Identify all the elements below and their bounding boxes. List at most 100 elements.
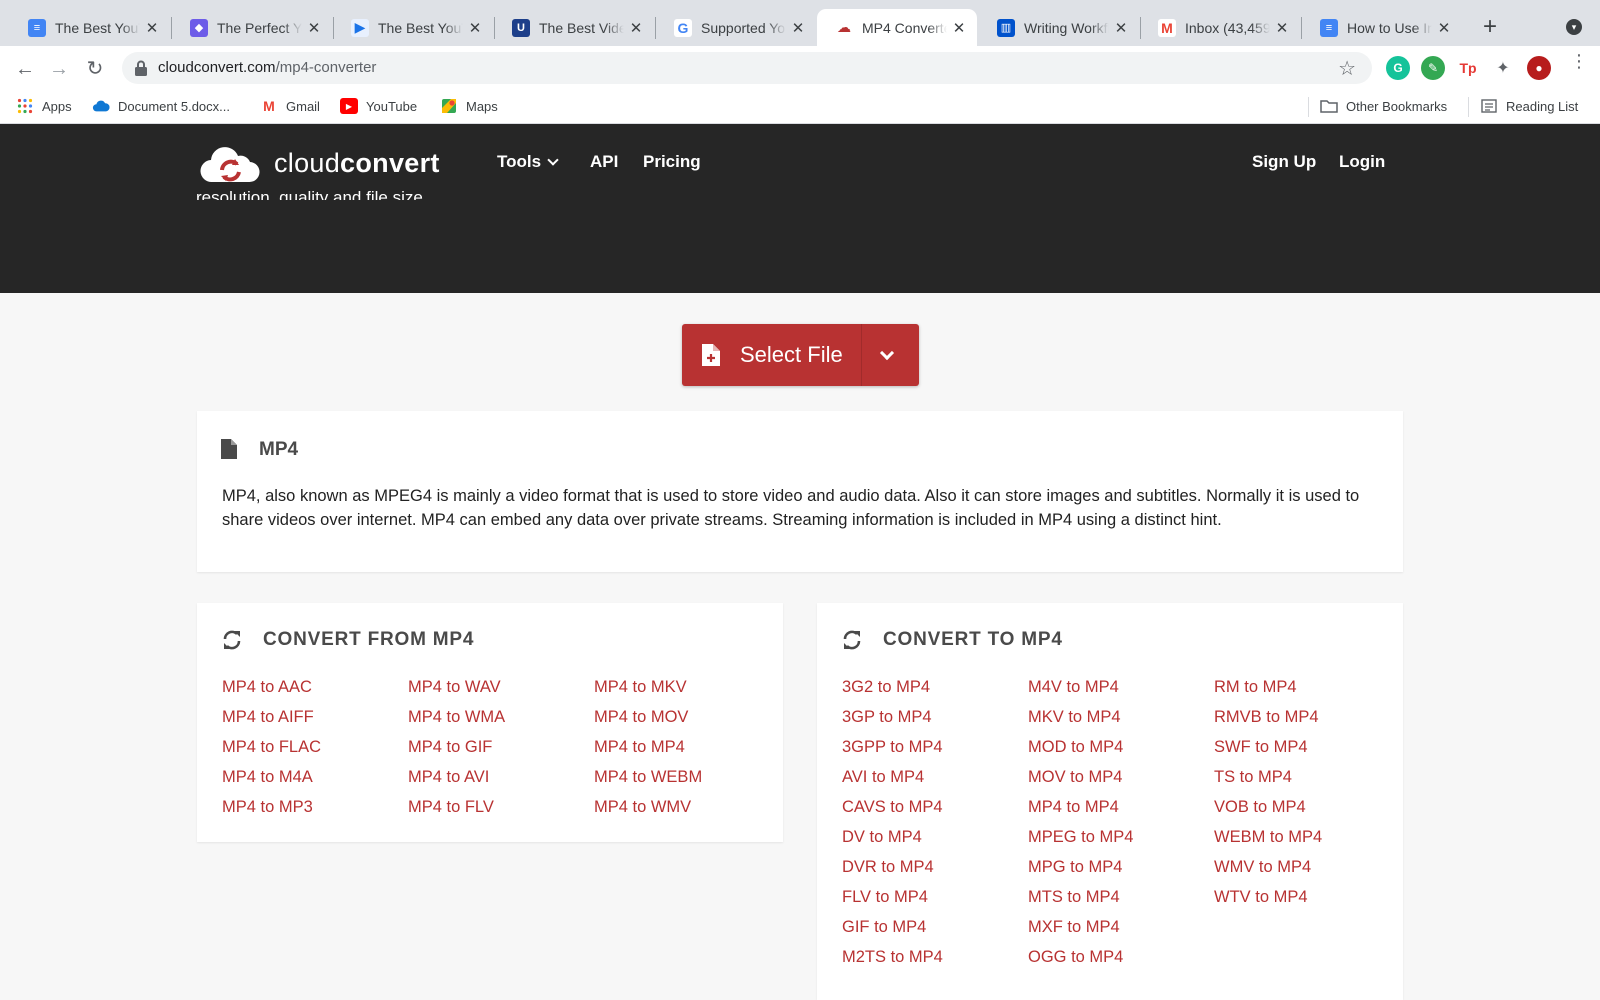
back-arrow-icon[interactable]: ← (12, 56, 38, 82)
conversion-link[interactable]: DV to MP4 (842, 827, 1028, 847)
address-bar[interactable]: cloudconvert.com/mp4-converter ☆ (122, 52, 1372, 84)
browser-tab[interactable]: G Supported YouTube✕ (656, 9, 816, 46)
profile-avatar[interactable]: ● (1527, 56, 1551, 80)
conversion-link[interactable]: 3GP to MP4 (842, 707, 1028, 727)
reload-icon[interactable]: ↻ (82, 56, 108, 82)
puzzle-extensions-icon[interactable]: ✦ (1491, 56, 1515, 80)
nav-api[interactable]: API (590, 152, 618, 172)
forward-arrow-icon[interactable]: → (46, 56, 72, 82)
conversion-link[interactable]: FLV to MP4 (842, 887, 1028, 907)
lock-icon (135, 60, 147, 76)
conversion-link[interactable]: MP4 to MOV (594, 707, 780, 727)
close-icon[interactable]: ✕ (1436, 19, 1452, 37)
conversion-link[interactable]: 3GPP to MP4 (842, 737, 1028, 757)
cloudconvert-logo[interactable]: cloudconvert (198, 142, 440, 184)
close-icon[interactable]: ✕ (790, 19, 806, 37)
conversion-link[interactable]: WMV to MP4 (1214, 857, 1400, 877)
chevron-down-icon[interactable] (879, 345, 895, 361)
tab-search-icon[interactable]: ▾ (1566, 19, 1582, 35)
conversion-link[interactable]: 3G2 to MP4 (842, 677, 1028, 697)
format-description: MP4, also known as MPEG4 is mainly a vid… (222, 487, 1360, 529)
conversion-link[interactable]: MP4 to WAV (408, 677, 594, 697)
file-icon (221, 439, 237, 459)
url-host: cloudconvert.com (158, 59, 276, 76)
conversion-link[interactable]: MP4 to AIFF (222, 707, 408, 727)
select-file-button[interactable]: Select File (682, 324, 919, 386)
browser-tab[interactable]: ◆ The Perfect YouTube✕ (172, 9, 332, 46)
file-plus-icon (702, 344, 720, 366)
reading-list[interactable]: Reading List (1480, 98, 1578, 114)
conversion-link[interactable]: MPEG to MP4 (1028, 827, 1214, 847)
conversion-link[interactable]: RM to MP4 (1214, 677, 1400, 697)
conversion-link[interactable]: M2TS to MP4 (842, 947, 1028, 967)
conversion-link[interactable]: GIF to MP4 (842, 917, 1028, 937)
conversion-link[interactable]: MP4 to MP3 (222, 797, 408, 817)
conversion-link[interactable]: MOV to MP4 (1028, 767, 1214, 787)
conversion-link[interactable]: MP4 to WEBM (594, 767, 780, 787)
conversion-link[interactable]: MXF to MP4 (1028, 917, 1214, 937)
close-icon[interactable]: ✕ (628, 19, 644, 37)
bookmark-star-icon[interactable]: ☆ (1338, 56, 1356, 81)
conversion-link[interactable]: RMVB to MP4 (1214, 707, 1400, 727)
bookmark-apps[interactable]: Apps (16, 98, 72, 114)
browser-tab[interactable]: ▥ Writing Workflow✕ (979, 9, 1139, 46)
conversion-link[interactable]: M4V to MP4 (1028, 677, 1214, 697)
conversion-link[interactable]: TS to MP4 (1214, 767, 1400, 787)
browser-tab[interactable]: U The Best Video✕ (494, 9, 654, 46)
more-menu-icon[interactable]: ⋮ (1570, 52, 1588, 70)
other-bookmarks[interactable]: Other Bookmarks (1320, 98, 1447, 114)
close-icon[interactable]: ✕ (1113, 19, 1129, 37)
folder-icon (1320, 98, 1338, 114)
browser-tab[interactable]: ☁ MP4 Converter ✕ (817, 9, 977, 46)
conversion-link[interactable]: MP4 to MP4 (594, 737, 780, 757)
bookmark-maps[interactable]: Maps (440, 98, 498, 114)
conversion-link[interactable]: MP4 to AVI (408, 767, 594, 787)
browser-tab[interactable]: ≡ The Best YouTube✕ (10, 9, 170, 46)
tab-title: Inbox (43,459) (1185, 19, 1270, 36)
nav-tools[interactable]: Tools (497, 152, 559, 172)
conversion-link[interactable]: MP4 to GIF (408, 737, 594, 757)
browser-tab[interactable]: ≡ How to Use In ✕ (1302, 9, 1462, 46)
new-tab-button[interactable]: + (1476, 13, 1504, 41)
close-icon[interactable]: ✕ (1274, 19, 1290, 37)
conversion-link[interactable]: VOB to MP4 (1214, 797, 1400, 817)
browser-tab[interactable]: M Inbox (43,459) ✕ (1140, 9, 1300, 46)
chat-extension-icon[interactable]: ✎ (1421, 56, 1445, 80)
conversion-link[interactable]: CAVS to MP4 (842, 797, 1028, 817)
bookmark-youtube[interactable]: ▶ YouTube (340, 98, 417, 114)
conversion-link[interactable]: MP4 to WMA (408, 707, 594, 727)
conversion-link[interactable]: MTS to MP4 (1028, 887, 1214, 907)
nav-login[interactable]: Login (1339, 152, 1385, 172)
conversion-link[interactable]: MKV to MP4 (1028, 707, 1214, 727)
conversion-link[interactable]: MOD to MP4 (1028, 737, 1214, 757)
conversion-link[interactable]: MP4 to FLAC (222, 737, 408, 757)
close-icon[interactable]: ✕ (306, 19, 322, 37)
conversion-link[interactable]: WTV to MP4 (1214, 887, 1400, 907)
url-text: cloudconvert.com/mp4-converter (158, 59, 376, 76)
nav-pricing[interactable]: Pricing (643, 152, 701, 172)
nav-signup[interactable]: Sign Up (1252, 152, 1316, 172)
maps-icon (440, 98, 458, 114)
grammarly-icon[interactable]: G (1386, 56, 1410, 80)
browser-tab[interactable]: ▶ The Best YouTube✕ (333, 9, 493, 46)
youtube-icon: ▶ (340, 98, 358, 114)
conversion-link[interactable]: DVR to MP4 (842, 857, 1028, 877)
bookmark-document[interactable]: Document 5.docx... (92, 98, 230, 114)
conversion-link[interactable]: MP4 to M4A (222, 767, 408, 787)
close-icon[interactable]: ✕ (144, 19, 160, 37)
conversion-link[interactable]: WEBM to MP4 (1214, 827, 1400, 847)
conversion-link[interactable]: MPG to MP4 (1028, 857, 1214, 877)
conversion-link[interactable]: MP4 to AAC (222, 677, 408, 697)
tp-extension-icon[interactable]: Tp (1456, 56, 1480, 80)
conversion-link[interactable]: OGG to MP4 (1028, 947, 1214, 967)
close-icon[interactable]: ✕ (467, 19, 483, 37)
conversion-link[interactable]: MP4 to MP4 (1028, 797, 1214, 817)
select-file-label: Select File (740, 342, 843, 367)
bookmark-gmail[interactable]: M Gmail (260, 98, 320, 114)
conversion-link[interactable]: SWF to MP4 (1214, 737, 1400, 757)
close-icon[interactable]: ✕ (951, 19, 967, 37)
conversion-link[interactable]: MP4 to FLV (408, 797, 594, 817)
conversion-link[interactable]: MP4 to MKV (594, 677, 780, 697)
conversion-link[interactable]: AVI to MP4 (842, 767, 1028, 787)
conversion-link[interactable]: MP4 to WMV (594, 797, 780, 817)
